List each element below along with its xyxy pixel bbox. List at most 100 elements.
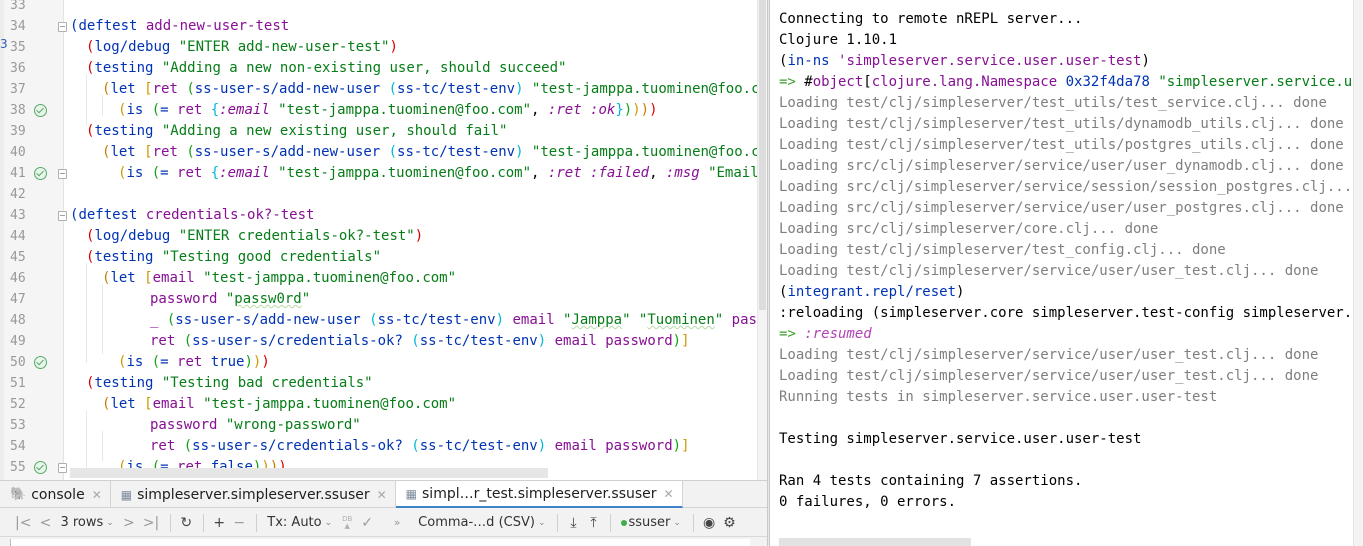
symbol: ret xyxy=(177,102,203,118)
string: "Adding a new existing user, should fail… xyxy=(153,123,508,139)
repl-log-text: Loading test/clj/simpleserver/test_utils… xyxy=(779,95,1327,111)
symbol: ret xyxy=(177,354,203,370)
close-icon[interactable]: ✕ xyxy=(92,488,102,502)
bracket: [ xyxy=(863,74,872,90)
repl-line: Loading test/clj/simpleserver/test_utils… xyxy=(779,93,1327,114)
connection-dropdown[interactable]: ssuser ⌄ xyxy=(617,512,684,534)
code-line-46: (let [email "test-jamppa.tuominen@foo.co… xyxy=(102,268,456,289)
paren: ) xyxy=(261,354,270,370)
line-number: 41 xyxy=(10,166,26,181)
tab-console[interactable]: 🐘 console ✕ xyxy=(0,481,111,508)
repl-vertical-scrollbar[interactable] xyxy=(1353,0,1363,546)
submit-db-button[interactable]: DB ▲ xyxy=(338,512,356,534)
fn-call: integrant.repl/reset xyxy=(787,284,957,300)
import-upload-button[interactable]: ⤒ xyxy=(584,512,602,534)
symbol: ret xyxy=(152,144,178,160)
line-number: 55 xyxy=(10,460,26,475)
fn-call: is xyxy=(126,102,144,118)
operator: = xyxy=(160,102,178,118)
literal: true xyxy=(202,354,245,370)
settings-button[interactable]: ⚙ xyxy=(720,512,739,534)
bracket: [ xyxy=(135,396,153,412)
symbol: ret xyxy=(150,438,176,454)
repl-line: (integrant.repl/reset) xyxy=(779,282,964,303)
string-typo: Tuominen xyxy=(647,312,715,328)
indent-guide xyxy=(86,263,87,363)
test-passed-icon[interactable] xyxy=(34,461,47,474)
repl-horizontal-scrollbar[interactable] xyxy=(779,538,971,546)
fold-toggle-icon[interactable] xyxy=(58,211,67,221)
commit-button[interactable]: ✓ xyxy=(358,512,376,534)
transaction-mode-dropdown[interactable]: Tx: Auto ⌄ xyxy=(263,512,336,534)
fold-toggle-icon[interactable] xyxy=(58,169,67,179)
symbol: ret xyxy=(177,165,203,181)
close-icon[interactable]: ✕ xyxy=(664,487,674,501)
reload-button[interactable]: ↻ xyxy=(177,512,195,534)
export-format-label: Comma-…d (CSV) xyxy=(418,515,535,530)
code-line-47: password "passw0rd" xyxy=(150,289,310,310)
repl-line: Loading test/clj/simpleserver/test_utils… xyxy=(779,114,1344,135)
keyword: :ok xyxy=(581,102,616,118)
fold-toggle-icon[interactable] xyxy=(58,22,67,32)
panel-splitter[interactable] xyxy=(767,0,770,546)
test-name: credentials-ok?-test xyxy=(137,207,315,223)
comma: , xyxy=(531,165,548,181)
db-submit-icon: DB ▲ xyxy=(342,515,352,530)
toolbar-separator xyxy=(692,513,694,532)
repl-log-text: Loading test/clj/simpleserver/test_utils… xyxy=(779,137,1344,153)
result-arrow: => xyxy=(779,74,796,90)
line-number: 40 xyxy=(10,145,26,160)
editor-vertical-scrollbar[interactable] xyxy=(757,0,767,480)
export-download-button[interactable]: ⤓ xyxy=(564,512,582,534)
bookmark-marker[interactable]: 3 xyxy=(0,37,8,51)
line-number: 36 xyxy=(10,61,26,76)
line-number: 39 xyxy=(10,124,26,139)
fn-call: ss-tc/test-env xyxy=(397,144,516,160)
editor-horizontal-scrollbar[interactable] xyxy=(70,468,548,478)
repl-line: Loading src/clj/simpleserver/service/use… xyxy=(779,198,1344,219)
rows-count-dropdown[interactable]: 3 rows ⌄ xyxy=(56,512,117,534)
previous-page-button[interactable]: < xyxy=(36,512,54,534)
add-row-button[interactable]: + xyxy=(210,512,228,534)
repl-line: Ran 4 tests containing 7 assertions. xyxy=(779,471,1082,492)
fn-call: is xyxy=(126,165,144,181)
string: "test-jamppa.tuominen@foo.com" xyxy=(194,396,457,412)
fn-call: ss-tc/test-env xyxy=(419,333,538,349)
line-number: 48 xyxy=(10,313,26,328)
line-number: 43 xyxy=(10,208,26,223)
export-format-dropdown[interactable]: Comma-…d (CSV) ⌄ xyxy=(414,512,549,534)
code-area[interactable]: (deftest add-new-user-test (log/debug "E… xyxy=(70,0,765,480)
code-editor[interactable]: 3 33 34 35 36 37 38 39 40 41 42 43 44 45 46 47 48 49 50 51… xyxy=(0,0,767,480)
code-line-54: ret (ss-user-s/credentials-ok? (ss-tc/te… xyxy=(150,436,690,457)
test-passed-icon[interactable] xyxy=(34,356,47,369)
line-number: 45 xyxy=(10,250,26,265)
tab-ssuser-table[interactable]: ▦ simpleserver.simpleserver.ssuser ✕ xyxy=(111,481,396,508)
chevron-down-icon: ⌄ xyxy=(106,517,114,528)
test-passed-icon[interactable] xyxy=(34,167,47,180)
string: " xyxy=(301,291,311,307)
next-page-button[interactable]: > xyxy=(120,512,138,534)
fn-call: let xyxy=(110,144,136,160)
repl-line: (in-ns 'simpleserver.service.user.user-t… xyxy=(779,51,1150,72)
tab-ssuser-test-table[interactable]: ▦ simpl…r_test.simpleserver.ssuser ✕ xyxy=(395,481,683,508)
close-icon[interactable]: ✕ xyxy=(377,488,387,502)
string: "test-jamppa.tuominen@foo.com" xyxy=(194,270,457,286)
code-line-38: (is (= ret {:email "test-jamppa.tuominen… xyxy=(118,100,658,121)
test-passed-icon[interactable] xyxy=(34,104,47,117)
code-line-51: (testing "Testing bad credentials" xyxy=(86,373,373,394)
fn-call: is xyxy=(126,354,144,370)
view-options-button[interactable]: ◉ xyxy=(700,512,718,534)
last-page-button[interactable]: >| xyxy=(140,512,162,534)
fn-call: in-ns xyxy=(787,53,830,69)
download-icon: ⤓ xyxy=(570,514,577,531)
code-line-45: (testing "Testing good credentials" xyxy=(86,247,381,268)
fold-toggle-icon[interactable] xyxy=(58,463,67,473)
scrollbar-thumb[interactable] xyxy=(759,0,766,310)
repl-output[interactable]: Connecting to remote nREPL server... Cloj… xyxy=(771,0,1363,546)
more-actions-button[interactable]: » xyxy=(388,512,406,534)
symbol: ret xyxy=(150,333,176,349)
repl-line: 0 failures, 0 errors. xyxy=(779,492,956,513)
first-page-button[interactable]: |< xyxy=(12,512,34,534)
delete-row-button[interactable]: − xyxy=(230,512,248,534)
operator: = xyxy=(160,354,178,370)
